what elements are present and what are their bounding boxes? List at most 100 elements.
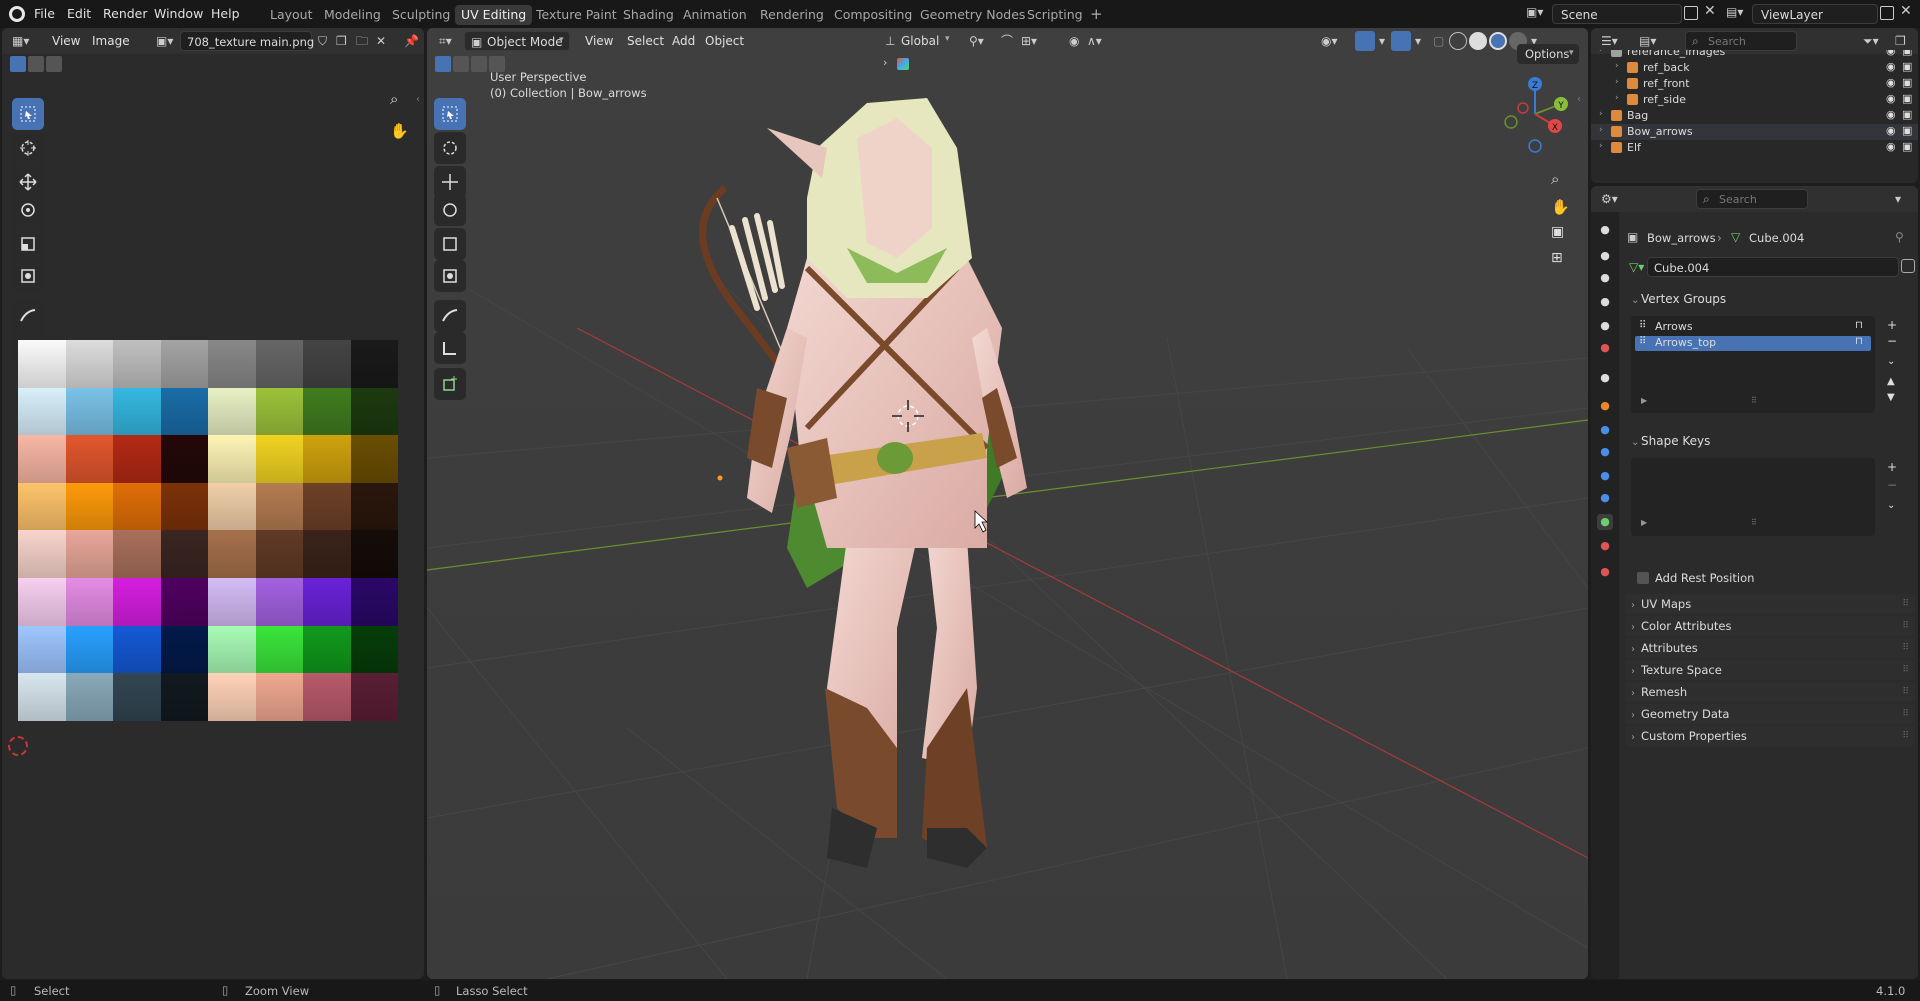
outliner-item-name[interactable]: Bag [1627,109,1648,122]
camera-icon[interactable]: ▣ [1902,76,1912,89]
workspace-tab-texture-paint[interactable]: Texture Paint [530,5,623,25]
outliner-item-name[interactable]: ref_back [1643,61,1690,74]
expand-arrow-icon[interactable]: › [1599,125,1603,135]
outliner-item-name[interactable]: ref_side [1643,93,1686,106]
viewport-object-menu[interactable]: Object [701,31,748,51]
panel-header[interactable]: › Remesh ⠿ [1625,682,1915,702]
vertex-groups-header[interactable]: ⌄ Vertex Groups [1625,286,1915,312]
move-up-icon[interactable]: ▲ [1887,376,1895,387]
properties-tab-icon[interactable]: ● [1597,340,1613,356]
vertex-groups-list[interactable]: ⠿ Arrows ⊓ ⠿ Arrows_top ⊓ ▶ ⠿ [1631,316,1875,413]
eye-icon[interactable]: ◉ [1886,76,1896,89]
uv-select-mode[interactable] [10,56,66,74]
pin-properties-icon[interactable]: ⚲ [1895,230,1904,244]
add-workspace-icon[interactable]: + [1090,5,1103,23]
new-image-icon[interactable]: ❐ [332,31,351,51]
vp-measure-tool-icon[interactable] [434,332,466,364]
workspace-tab-shading[interactable]: Shading [617,5,680,25]
add-shape-key-icon[interactable]: + [1887,460,1897,474]
properties-tab-icon[interactable]: ● [1597,222,1613,238]
view-layer-icon[interactable]: ▤▾ [1726,5,1752,23]
pin-icon[interactable]: 📌 [400,31,423,51]
panel-header[interactable]: › Custom Properties ⠿ [1625,726,1915,746]
select-extend-icon[interactable] [28,56,44,72]
vp-annotate-tool-icon[interactable] [434,300,466,332]
eye-icon[interactable]: ◉ [1886,140,1896,153]
scene-icon[interactable]: ▣▾ [1526,5,1552,23]
properties-search[interactable]: ⌕ Search [1696,189,1808,209]
workspace-tab-geometry-nodes[interactable]: Geometry Nodes [914,5,1031,25]
gizmo-dropdown-icon[interactable]: ▾ [1375,31,1389,51]
overlay-dropdown-icon[interactable]: ▾ [1411,31,1425,51]
vp-camera-icon[interactable]: ▣ [1551,224,1564,240]
outliner-item-name[interactable]: ref_front [1643,77,1690,90]
workspace-tab-modeling[interactable]: Modeling [318,5,387,25]
cursor-tool-icon[interactable] [12,132,44,164]
camera-icon[interactable]: ▣ [1902,140,1912,153]
vg-specials-icon[interactable]: ⌄ [1887,356,1895,367]
properties-options-icon[interactable]: ▾ [1891,189,1905,209]
mesh-name-field[interactable]: Cube.004 [1647,257,1899,277]
transform-tool-icon[interactable] [12,260,44,292]
orientation-dropdown[interactable]: ⊥ Global ▾ [885,31,955,51]
texture-image[interactable] [18,340,398,721]
outliner-item-name[interactable]: referance_images [1627,50,1725,58]
camera-icon[interactable]: ▣ [1902,60,1912,73]
expand-arrow-icon[interactable]: › [1599,141,1603,151]
zoom-icon[interactable]: ⌕ [390,90,398,108]
workspace-tab-animation[interactable]: Animation [677,5,753,25]
overlay-toggle-icon[interactable] [1391,31,1411,51]
proportional-edit-icon[interactable]: ◉ [1065,31,1083,51]
editor-type-icon[interactable]: ▦▾ [8,31,33,51]
outliner-row[interactable]: › ref_side ◉ ▣ [1591,92,1918,108]
scale-tool-icon[interactable] [12,228,44,260]
material-shading-icon[interactable] [1489,32,1507,50]
shape-keys-header[interactable]: ⌄ Shape Keys [1625,428,1915,454]
annotate-tool-icon[interactable] [12,300,44,332]
viewport-editor-type-icon[interactable]: ⌗▾ [435,31,456,51]
list-resize-handle[interactable]: ⠿ [1751,396,1757,405]
properties-tab-icon[interactable]: ● [1597,468,1613,484]
sk-specials-icon[interactable]: ⌄ [1887,500,1895,511]
open-image-icon[interactable]: 🗀 [352,31,372,51]
properties-tab-icon[interactable]: ● [1597,538,1613,554]
list-expand-icon[interactable]: ▶ [1641,396,1647,405]
solid-shading-icon[interactable] [1469,32,1487,50]
viewport-add-menu[interactable]: Add [668,31,699,51]
view-layer-field[interactable]: ViewLayer [1752,4,1878,24]
add-rest-position-checkbox[interactable] [1637,572,1649,584]
select-box-tool-icon[interactable] [12,98,44,130]
eye-icon[interactable]: ◉ [1886,92,1896,105]
outliner-row[interactable]: › Bow_arrows ◉ ▣ [1591,124,1918,140]
properties-tab-icon[interactable]: ● [1597,398,1613,414]
image-browse-icon[interactable]: ▣▾ [152,31,177,51]
vp-ortho-icon[interactable]: ⊞ [1551,250,1563,266]
scene-field[interactable]: Scene [1552,4,1682,24]
rotate-tool-icon[interactable] [12,194,44,226]
fake-user-shield-icon[interactable] [1901,259,1915,273]
pivot-icon[interactable]: ⚲▾ [965,31,988,51]
mesh-data-icon[interactable]: ▽▾ [1629,260,1644,274]
properties-tab-icon[interactable]: ● [1597,294,1613,310]
properties-tab-icon[interactable]: ● [1597,318,1613,334]
vertex-group-name[interactable]: Arrows_top [1655,336,1716,349]
vp-scale-tool-icon[interactable] [434,228,466,260]
expand-arrow-icon[interactable]: › [1615,77,1619,87]
sk-expand-icon[interactable]: ▶ [1641,518,1647,527]
vp-zoom-icon[interactable]: ⌕ [1551,170,1559,188]
workspace-tab-rendering[interactable]: Rendering [754,5,830,25]
mode-dropdown[interactable]: ▣ Object Mode ▾ [464,31,570,51]
workspace-tab-scripting[interactable]: Scripting [1021,5,1089,25]
delete-view-layer-icon[interactable]: ✕ [1900,3,1912,19]
display-mode-icon[interactable]: ▤▾ [1635,31,1660,51]
expand-arrow-icon[interactable]: › [1599,109,1603,119]
asset-shelf-icon[interactable] [897,58,909,70]
outliner-row[interactable]: › Elf ◉ ▣ [1591,140,1918,156]
delete-scene-icon[interactable]: ✕ [1704,3,1716,19]
expand-arrow-icon[interactable]: › [1615,93,1619,103]
snap-icon[interactable]: ⌒ [997,31,1017,51]
vp-select-extend-icon[interactable] [453,56,469,72]
vp-add-cube-tool-icon[interactable] [434,368,466,400]
vertex-group-item[interactable]: ⠿ Arrows_top ⊓ [1635,336,1871,351]
menu-render[interactable]: Render [103,6,148,21]
